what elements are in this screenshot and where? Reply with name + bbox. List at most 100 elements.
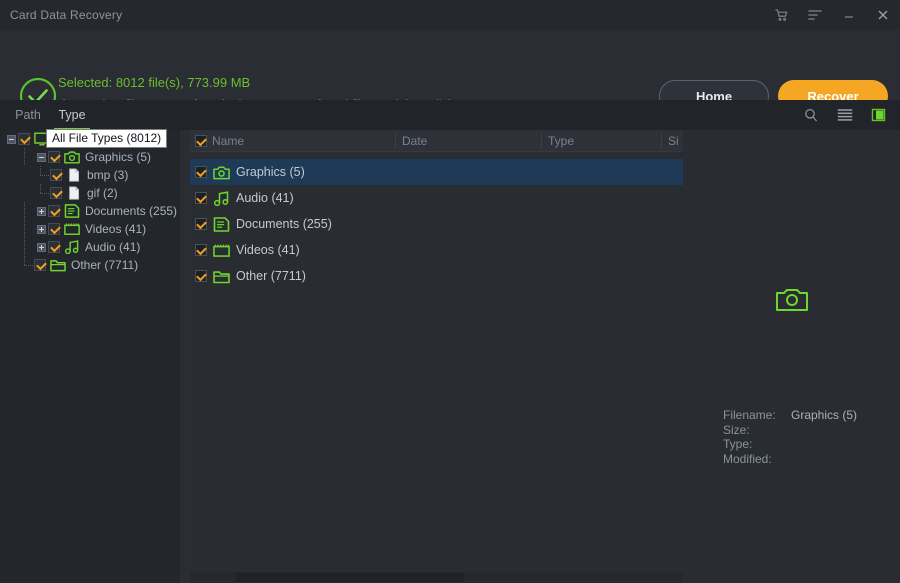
tab-strip: Path Type	[0, 100, 900, 130]
tree-item-label: bmp (3)	[87, 168, 128, 182]
menu-icon[interactable]	[798, 0, 832, 30]
select-all-checkbox[interactable]	[195, 135, 207, 147]
table-row[interactable]: Audio (41)	[190, 185, 683, 211]
tree-expander-cell	[34, 202, 48, 220]
row-name: Graphics (5)	[236, 165, 305, 179]
tree-item-label: Documents (255)	[85, 204, 177, 218]
tree-item-other[interactable]: Other (7711)	[0, 256, 180, 274]
column-divider[interactable]	[541, 133, 542, 149]
tree-item-checkbox[interactable]	[50, 169, 62, 181]
tree-item-bmp[interactable]: bmp (3)	[0, 166, 180, 184]
search-icon[interactable]	[800, 104, 822, 126]
table-row[interactable]: Videos (41)	[190, 237, 683, 263]
column-header-size[interactable]: Si	[668, 130, 679, 152]
preview-panel: Filename: Graphics (5) Size: Type: Modif…	[683, 130, 900, 583]
tree-item-label: Videos (41)	[85, 222, 146, 236]
column-header-date[interactable]: Date	[402, 130, 427, 152]
tree-collapse-icon[interactable]	[37, 153, 46, 162]
audio-icon	[64, 240, 80, 254]
minimize-icon[interactable]	[832, 0, 866, 30]
column-header-type[interactable]: Type	[548, 130, 574, 152]
tab-path[interactable]: Path	[8, 100, 48, 130]
table-row[interactable]: Graphics (5)	[190, 159, 683, 185]
meta-value-filename: Graphics (5)	[791, 408, 857, 423]
cart-icon[interactable]	[764, 0, 798, 30]
horizontal-scrollbar-thumb[interactable]	[236, 573, 464, 582]
tree-guide	[20, 148, 34, 166]
row-checkbox[interactable]	[195, 244, 207, 256]
close-icon[interactable]	[866, 0, 900, 30]
row-checkbox[interactable]	[195, 192, 207, 204]
meta-key-modified: Modified:	[723, 452, 791, 467]
preview-pane-icon[interactable]	[868, 104, 890, 126]
folder-icon	[213, 269, 230, 284]
preview-thumbnail	[683, 285, 900, 313]
tree-guide	[20, 256, 34, 274]
camera-icon	[64, 150, 80, 164]
column-divider[interactable]	[661, 133, 662, 149]
window-controls	[764, 0, 900, 30]
row-name: Documents (255)	[236, 217, 332, 231]
video-icon	[213, 243, 230, 258]
file-list-panel: Name Date Type Si Graphics (5) Audio (41…	[190, 130, 683, 583]
tree-item-label: Graphics (5)	[85, 150, 151, 164]
tree-item-graphics[interactable]: Graphics (5)	[0, 148, 180, 166]
horizontal-scrollbar[interactable]	[190, 572, 683, 583]
column-divider[interactable]	[395, 133, 396, 149]
tree-guide	[20, 238, 34, 256]
tab-type[interactable]: Type	[52, 100, 92, 130]
tree-item-label: gif (2)	[87, 186, 118, 200]
tree-expander-cell	[34, 220, 48, 238]
tree-expander-cell	[4, 130, 18, 148]
meta-key-type: Type:	[723, 437, 791, 452]
column-header-name[interactable]: Name	[212, 130, 244, 152]
tree-item-label: Other (7711)	[71, 258, 138, 272]
panel-gap	[180, 130, 190, 583]
tree-item-checkbox[interactable]	[18, 133, 30, 145]
status-banner: Selected: 8012 file(s), 773.99 MB If som…	[0, 30, 900, 100]
document-icon	[213, 217, 230, 232]
tree-item-label: Audio (41)	[85, 240, 140, 254]
tree-item-checkbox[interactable]	[48, 151, 60, 163]
tree-item-checkbox[interactable]	[48, 205, 60, 217]
meta-row: Size:	[723, 423, 857, 438]
row-checkbox[interactable]	[195, 218, 207, 230]
view-toolbar	[800, 100, 890, 130]
tree-item-checkbox[interactable]	[50, 187, 62, 199]
tree-tooltip: All File Types (8012)	[46, 129, 167, 148]
app-title: Card Data Recovery	[10, 8, 122, 22]
list-view-icon[interactable]	[834, 104, 856, 126]
tree-guide	[36, 166, 50, 184]
list-top-spacer	[190, 152, 683, 159]
file-type-tree: All File Types (8012) Graphics (5) bmp (…	[0, 130, 180, 583]
tree-expand-icon[interactable]	[37, 243, 46, 252]
tree-item-audio[interactable]: Audio (41)	[0, 238, 180, 256]
tree-item-gif[interactable]: gif (2)	[0, 184, 180, 202]
tree-collapse-icon[interactable]	[7, 135, 16, 144]
selected-summary: Selected: 8012 file(s), 773.99 MB	[58, 74, 618, 92]
file-list-header: Name Date Type Si	[190, 130, 683, 152]
tree-item-checkbox[interactable]	[48, 241, 60, 253]
tree-item-checkbox[interactable]	[48, 223, 60, 235]
document-icon	[64, 204, 80, 218]
meta-key-size: Size:	[723, 423, 791, 438]
meta-row: Type:	[723, 437, 857, 452]
meta-row: Filename: Graphics (5)	[723, 408, 857, 423]
row-checkbox[interactable]	[195, 270, 207, 282]
camera-icon	[213, 165, 230, 180]
tree-expand-icon[interactable]	[37, 207, 46, 216]
tree-expand-icon[interactable]	[37, 225, 46, 234]
audio-icon	[213, 191, 230, 206]
video-icon	[64, 222, 80, 236]
preview-metadata: Filename: Graphics (5) Size: Type: Modif…	[723, 408, 857, 466]
tree-item-checkbox[interactable]	[34, 259, 46, 271]
table-row[interactable]: Other (7711)	[190, 263, 683, 289]
table-row[interactable]: Documents (255)	[190, 211, 683, 237]
tree-item-videos[interactable]: Videos (41)	[0, 220, 180, 238]
tree-expander-cell	[34, 148, 48, 166]
tree-expander-cell	[34, 238, 48, 256]
row-name: Audio (41)	[236, 191, 294, 205]
tree-item-documents[interactable]: Documents (255)	[0, 202, 180, 220]
tree-guide	[20, 202, 34, 220]
row-checkbox[interactable]	[195, 166, 207, 178]
